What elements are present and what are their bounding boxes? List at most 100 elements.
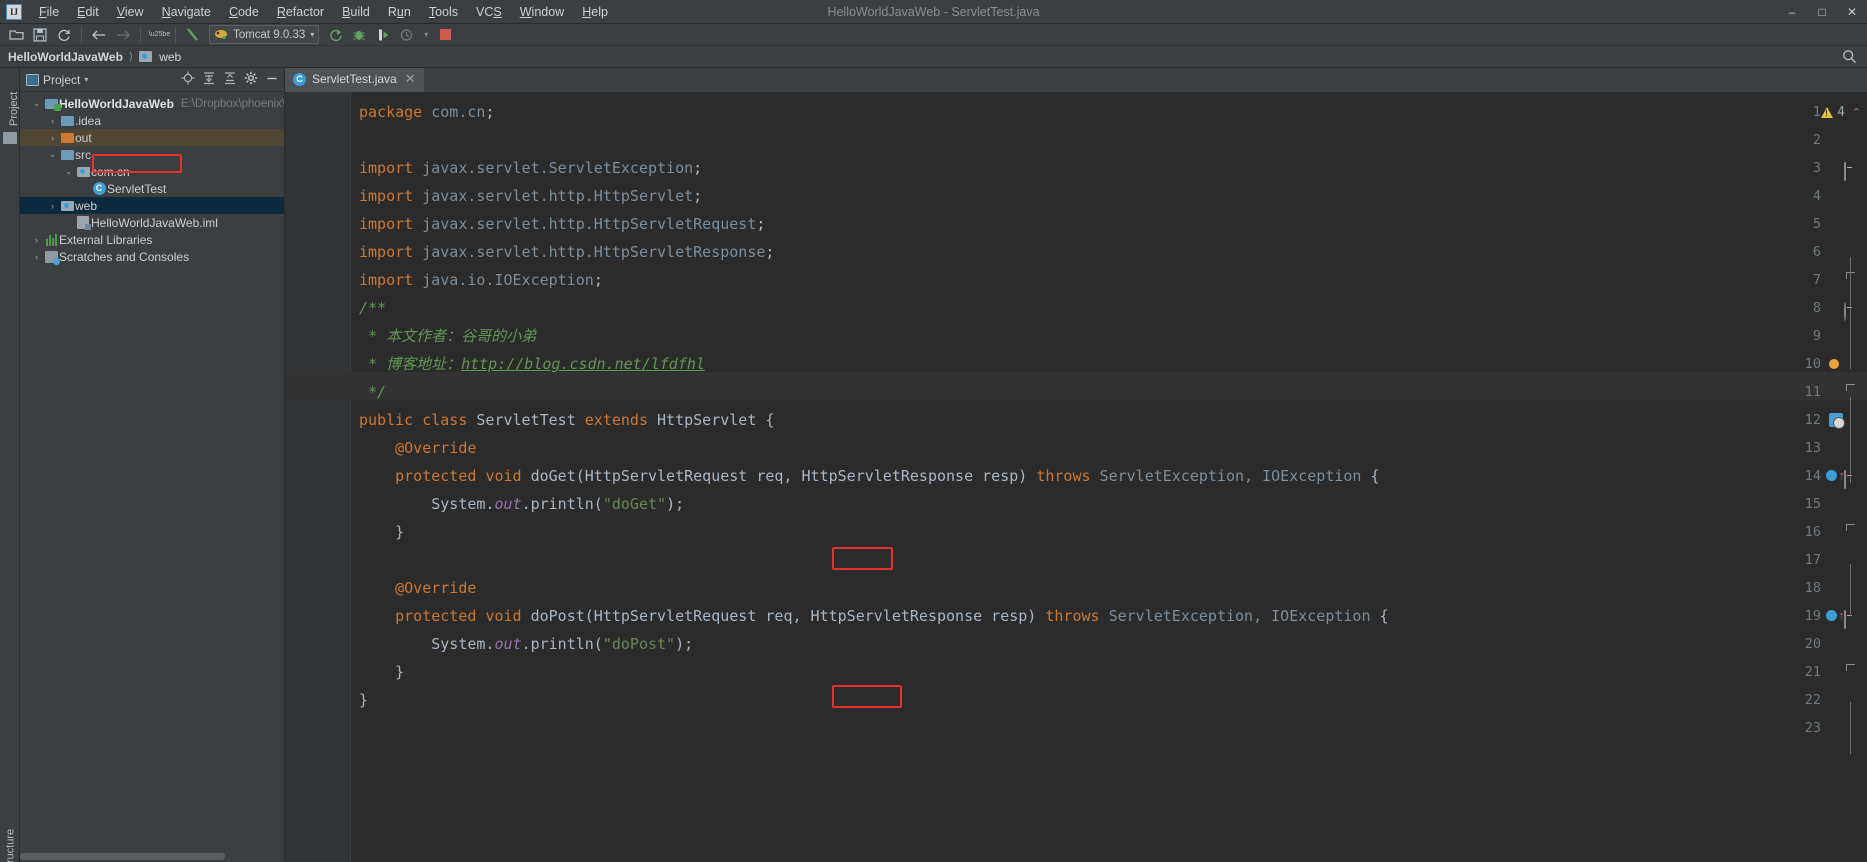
close-icon[interactable]: ✕	[405, 71, 416, 87]
profile-icon[interactable]	[395, 25, 419, 45]
chevron-right-icon[interactable]: ›	[78, 184, 91, 194]
project-panel-title[interactable]: Project	[43, 73, 80, 87]
locate-icon[interactable]	[179, 71, 196, 88]
menu-item-view[interactable]: View	[108, 3, 153, 21]
editor-tab-label: ServletTest.java	[312, 72, 397, 86]
breadcrumb-item-web[interactable]: web	[159, 50, 181, 64]
fold-line-doget	[1850, 564, 1851, 616]
main-area: Project Structure Project ▾ ⌄ HelloWorld…	[0, 68, 1867, 862]
java-class-icon: C	[92, 182, 106, 195]
tool-window-button-structure[interactable]: Structure	[5, 819, 17, 862]
tab-bar-filler	[423, 68, 1867, 92]
menu-item-file[interactable]: File	[30, 3, 68, 21]
favorites-icon[interactable]	[3, 132, 17, 144]
maximize-button[interactable]: □	[1807, 5, 1837, 19]
code-line-14: protected void doGet(HttpServletRequest …	[395, 467, 1380, 485]
chevron-right-icon[interactable]: ›	[30, 252, 43, 262]
close-button[interactable]: ✕	[1837, 5, 1867, 19]
iml-file-icon	[77, 216, 91, 230]
profile-dropdown-icon[interactable]: ▾	[419, 25, 433, 45]
chevron-right-icon[interactable]: ›	[46, 116, 59, 126]
save-icon[interactable]	[28, 25, 52, 45]
code-canvas[interactable]: 1 2 3 4 5 6 7 8 9 10 11 12 13 14 ↑ 15 16 17 18 19 ↑ 20 21 22 23 …	[285, 92, 1867, 862]
search-icon[interactable]	[1842, 49, 1857, 67]
chevron-down-icon[interactable]: ⌄	[62, 166, 75, 177]
code-line-1: package com.cn;	[359, 103, 495, 121]
breadcrumb-item-project[interactable]: HelloWorldJavaWeb	[8, 50, 123, 64]
warning-count-label: 4	[1837, 105, 1845, 120]
tool-window-button-project[interactable]: Project	[8, 66, 20, 126]
chevron-right-icon[interactable]: ›	[30, 235, 43, 245]
code-line-18: @Override	[359, 579, 477, 597]
package-icon	[76, 166, 90, 177]
tree-node-src[interactable]: ⌄ src	[20, 146, 284, 163]
chevron-down-icon[interactable]: ▾	[84, 75, 88, 84]
project-view-icon	[26, 73, 39, 86]
menu-item-window[interactable]: Window	[511, 3, 573, 21]
chevron-right-icon[interactable]: ›	[62, 218, 75, 228]
vcs-update-icon[interactable]: \u25be	[146, 25, 170, 45]
breadcrumb: HelloWorldJavaWeb ⟩ web	[0, 46, 1867, 68]
tree-node-label: ServletTest	[107, 181, 167, 196]
chevron-right-icon[interactable]: ›	[46, 201, 59, 211]
tree-node--idea[interactable]: › .idea	[20, 112, 284, 129]
menu-item-run[interactable]: Run	[379, 3, 420, 21]
tree-node-path: E:\Dropbox\phoenix\Test	[180, 97, 284, 110]
build-hammer-icon[interactable]	[181, 25, 205, 45]
menu-item-tools[interactable]: Tools	[420, 3, 467, 21]
scrollbar-thumb[interactable]	[20, 853, 225, 860]
tree-node-label: Scratches and Consoles	[59, 249, 190, 264]
menu-item-help[interactable]: Help	[573, 3, 617, 21]
menu-item-code[interactable]: Code	[220, 3, 268, 21]
project-tool-window: Project ▾ ⌄ HelloWorldJavaWeb E:\Dropbox…	[20, 68, 285, 862]
horizontal-scrollbar[interactable]	[20, 853, 284, 860]
forward-arrow-icon[interactable]	[111, 25, 135, 45]
toolbar-separator-2	[140, 26, 141, 43]
chevron-up-icon[interactable]: ⌃	[1852, 106, 1861, 119]
code-line-11: */	[359, 383, 387, 401]
minimize-icon[interactable]	[263, 71, 280, 88]
tomcat-icon	[215, 30, 227, 40]
tree-node-scratches-and-consoles[interactable]: › Scratches and Consoles	[20, 248, 284, 265]
minimize-button[interactable]: –	[1777, 5, 1807, 19]
tree-node-out[interactable]: › out	[20, 129, 284, 146]
menu-item-refactor[interactable]: Refactor	[268, 3, 333, 21]
run-configuration-selector[interactable]: Tomcat 9.0.33 ▾	[209, 25, 320, 44]
menu-item-vcs[interactable]: VCS	[467, 3, 511, 21]
tree-node-com-cn[interactable]: ⌄ com.cn	[20, 163, 284, 180]
menu-item-navigate[interactable]: Navigate	[153, 3, 220, 21]
inspection-warning-count[interactable]: 4	[1821, 105, 1845, 120]
code-line-10: * 博客地址：http://blog.csdn.net/lfdfhl	[359, 355, 705, 373]
project-tree[interactable]: ⌄ HelloWorldJavaWeb E:\Dropbox\phoenix\Tes…	[20, 92, 284, 862]
chevron-down-icon[interactable]: ⌄	[30, 98, 43, 109]
debug-icon[interactable]	[347, 25, 371, 45]
tree-node-label: .idea	[75, 113, 102, 128]
stop-icon[interactable]	[433, 25, 457, 45]
sync-icon[interactable]	[52, 25, 76, 45]
editor-tab-servlettest[interactable]: C ServletTest.java ✕	[285, 68, 424, 92]
app-logo-icon: IJ	[6, 3, 22, 20]
tree-node-web[interactable]: › web	[20, 197, 284, 214]
open-folder-icon[interactable]	[4, 25, 28, 45]
code-text[interactable]: package com.cn; import javax.servlet.Serv…	[351, 92, 1867, 862]
toolbar-separator-3	[175, 26, 176, 43]
tree-node-helloworldjavaweb-iml[interactable]: › HelloWorldJavaWeb.iml	[20, 214, 284, 231]
tree-node-external-libraries[interactable]: › External Libraries	[20, 231, 284, 248]
chevron-right-icon[interactable]: ›	[46, 133, 59, 143]
run-icon[interactable]	[323, 25, 347, 45]
fold-line-dopost	[1850, 702, 1851, 754]
run-configuration-label: Tomcat 9.0.33	[233, 28, 306, 41]
editor-gutter[interactable]	[285, 92, 351, 862]
java-class-icon: C	[293, 72, 306, 86]
tree-node-helloworldjavaweb[interactable]: ⌄ HelloWorldJavaWeb E:\Dropbox\phoenix\Tes…	[20, 95, 284, 112]
tree-node-servlettest[interactable]: ›CServletTest	[20, 180, 284, 197]
menu-item-edit[interactable]: Edit	[68, 3, 108, 21]
gear-icon[interactable]	[242, 71, 259, 88]
run-coverage-icon[interactable]	[371, 25, 395, 45]
collapse-all-icon[interactable]	[221, 71, 238, 88]
menu-item-build[interactable]: Build	[333, 3, 379, 21]
expand-all-icon[interactable]	[200, 71, 217, 88]
back-arrow-icon[interactable]	[87, 25, 111, 45]
chevron-down-icon[interactable]: ⌄	[46, 149, 59, 160]
chevron-down-icon[interactable]: ▾	[310, 30, 314, 39]
